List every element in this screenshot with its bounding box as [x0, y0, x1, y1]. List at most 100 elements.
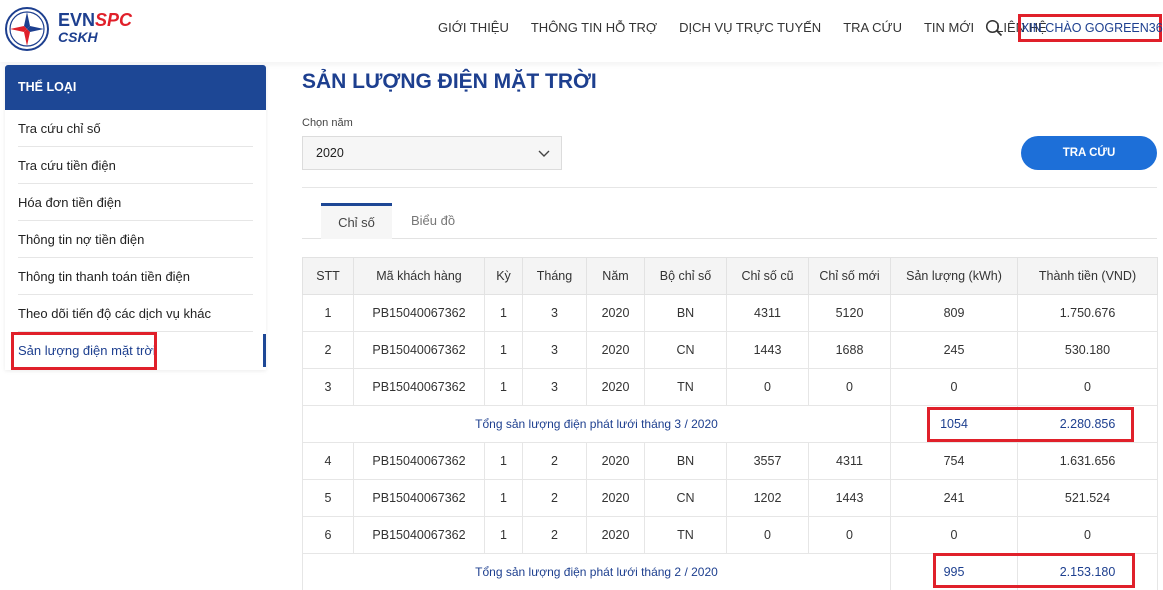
- user-greeting-link[interactable]: XIN CHÀO GOGREEN362: [1018, 14, 1163, 42]
- cell-san-luong: 809: [890, 294, 1018, 332]
- cell-ky: 1: [484, 294, 523, 332]
- top-header: EVNSPC CSKH GIỚI THIỆU THÔNG TIN HỖ TRỢ …: [0, 0, 1163, 62]
- cell-stt: 6: [302, 516, 354, 554]
- cell-ky: 1: [484, 331, 523, 369]
- cell-san-luong: 0: [890, 516, 1018, 554]
- col-header-san-luong: Sản lượng (kWh): [890, 257, 1018, 295]
- cell-nam: 2020: [586, 479, 645, 517]
- cell-chi-so-moi: 1443: [808, 479, 891, 517]
- col-header-thang: Tháng: [522, 257, 587, 295]
- nav-item-tra-cuu[interactable]: TRA CỨU: [843, 20, 902, 35]
- sidebar-item-hoa-don-tien-dien[interactable]: Hóa đơn tiền điện: [18, 184, 253, 221]
- brand-name[interactable]: EVNSPC CSKH: [58, 11, 132, 45]
- cell-thanh-tien: 1.631.656: [1017, 442, 1158, 480]
- brand-main: EVN: [58, 10, 96, 30]
- cell-stt: 1: [302, 294, 354, 332]
- cell-chi-so-cu: 3557: [726, 442, 809, 480]
- tab-bieu-do[interactable]: Biểu đồ: [403, 203, 463, 239]
- cell-bo-chi-so: TN: [644, 368, 727, 406]
- cell-ky: 1: [484, 368, 523, 406]
- sidebar-title: THỂ LOẠI: [5, 65, 266, 110]
- cell-ma-khach-hang: PB15040067362: [353, 516, 485, 554]
- sidebar-list: Tra cứu chỉ số Tra cứu tiền điện Hóa đơn…: [5, 110, 266, 369]
- table-row: 4 PB15040067362 1 2 2020 BN 3557 4311 75…: [302, 442, 1158, 480]
- table-row: 2 PB15040067362 1 3 2020 CN 1443 1688 24…: [302, 331, 1158, 369]
- cell-nam: 2020: [586, 331, 645, 369]
- table-header-row: STT Mã khách hàng Kỳ Tháng Năm Bộ chỉ số…: [302, 257, 1158, 295]
- col-header-stt: STT: [302, 257, 354, 295]
- year-label: Chọn năm: [302, 117, 353, 129]
- chevron-down-icon: [538, 150, 550, 157]
- cell-nam: 2020: [586, 516, 645, 554]
- cell-san-luong: 241: [890, 479, 1018, 517]
- cell-ma-khach-hang: PB15040067362: [353, 331, 485, 369]
- sidebar-item-theo-doi-tien-do[interactable]: Theo dõi tiến độ các dịch vụ khác: [18, 295, 253, 332]
- cell-thang: 2: [522, 516, 587, 554]
- total-amount: 2.280.856: [1017, 405, 1158, 443]
- cell-stt: 2: [302, 331, 354, 369]
- cell-ma-khach-hang: PB15040067362: [353, 368, 485, 406]
- cell-thanh-tien: 0: [1017, 516, 1158, 554]
- col-header-nam: Năm: [586, 257, 645, 295]
- table-row: 3 PB15040067362 1 3 2020 TN 0 0 0 0: [302, 368, 1158, 406]
- cell-nam: 2020: [586, 294, 645, 332]
- total-amount: 2.153.180: [1017, 553, 1158, 590]
- table-row: 1 PB15040067362 1 3 2020 BN 4311 5120 80…: [302, 294, 1158, 332]
- section-divider: [302, 187, 1157, 188]
- cell-thang: 2: [522, 442, 587, 480]
- col-header-thanh-tien: Thành tiền (VND): [1017, 257, 1158, 295]
- total-label: Tổng sản lượng điện phát lưới tháng 2 / …: [302, 553, 891, 590]
- cell-chi-so-moi: 0: [808, 368, 891, 406]
- sidebar-item-san-luong-dien-mat-troi[interactable]: Sản lượng điện mặt trời: [18, 332, 266, 369]
- sidebar-item-tra-cuu-tien-dien[interactable]: Tra cứu tiền điện: [18, 147, 253, 184]
- tab-chi-so[interactable]: Chỉ số: [321, 203, 392, 239]
- total-kwh: 995: [890, 553, 1018, 590]
- cell-bo-chi-so: TN: [644, 516, 727, 554]
- cell-chi-so-cu: 0: [726, 368, 809, 406]
- cell-ky: 1: [484, 516, 523, 554]
- nav-item-gioi-thieu[interactable]: GIỚI THIỆU: [438, 20, 509, 35]
- nav-item-thong-tin-ho-tro[interactable]: THÔNG TIN HỖ TRỢ: [531, 20, 657, 35]
- search-icon[interactable]: [985, 19, 1003, 37]
- cell-thang: 3: [522, 368, 587, 406]
- search-button[interactable]: TRA CỨU: [1021, 136, 1157, 170]
- year-select[interactable]: 2020: [302, 136, 562, 170]
- nav-item-dich-vu-truc-tuyen[interactable]: DỊCH VỤ TRỰC TUYẾN: [679, 20, 821, 35]
- cell-chi-so-moi: 4311: [808, 442, 891, 480]
- cell-thanh-tien: 1.750.676: [1017, 294, 1158, 332]
- cell-stt: 5: [302, 479, 354, 517]
- page-title: SẢN LƯỢNG ĐIỆN MẶT TRỜI: [302, 70, 597, 93]
- cell-thang: 3: [522, 331, 587, 369]
- table-total-row: Tổng sản lượng điện phát lưới tháng 3 / …: [302, 405, 1158, 443]
- nav-item-tin-moi[interactable]: TIN MỚI: [924, 20, 974, 35]
- cell-san-luong: 754: [890, 442, 1018, 480]
- cell-thanh-tien: 521.524: [1017, 479, 1158, 517]
- brand-sub: CSKH: [58, 29, 98, 45]
- cell-ma-khach-hang: PB15040067362: [353, 294, 485, 332]
- category-sidebar: THỂ LOẠI Tra cứu chỉ số Tra cứu tiền điệ…: [5, 65, 266, 370]
- sidebar-item-thong-tin-thanh-toan[interactable]: Thông tin thanh toán tiền điện: [18, 258, 253, 295]
- cell-bo-chi-so: BN: [644, 294, 727, 332]
- main-nav: GIỚI THIỆU THÔNG TIN HỖ TRỢ DỊCH VỤ TRỰC…: [438, 20, 1069, 35]
- col-header-ma-khach-hang: Mã khách hàng: [353, 257, 485, 295]
- total-label: Tổng sản lượng điện phát lưới tháng 3 / …: [302, 405, 891, 443]
- table-row: 6 PB15040067362 1 2 2020 TN 0 0 0 0: [302, 516, 1158, 554]
- solar-output-table: STT Mã khách hàng Kỳ Tháng Năm Bộ chỉ số…: [302, 257, 1158, 590]
- cell-chi-so-moi: 5120: [808, 294, 891, 332]
- cell-san-luong: 0: [890, 368, 1018, 406]
- cell-bo-chi-so: BN: [644, 442, 727, 480]
- sidebar-item-thong-tin-no[interactable]: Thông tin nợ tiền điện: [18, 221, 253, 258]
- table-total-row: Tổng sản lượng điện phát lưới tháng 2 / …: [302, 553, 1158, 590]
- evn-logo-icon[interactable]: [5, 7, 49, 51]
- sidebar-item-tra-cuu-chi-so[interactable]: Tra cứu chỉ số: [18, 110, 253, 147]
- cell-thang: 3: [522, 294, 587, 332]
- cell-thanh-tien: 0: [1017, 368, 1158, 406]
- cell-nam: 2020: [586, 368, 645, 406]
- cell-nam: 2020: [586, 442, 645, 480]
- cell-thang: 2: [522, 479, 587, 517]
- cell-stt: 3: [302, 368, 354, 406]
- cell-stt: 4: [302, 442, 354, 480]
- cell-ma-khach-hang: PB15040067362: [353, 442, 485, 480]
- cell-chi-so-cu: 0: [726, 516, 809, 554]
- brand-accent: SPC: [95, 10, 133, 30]
